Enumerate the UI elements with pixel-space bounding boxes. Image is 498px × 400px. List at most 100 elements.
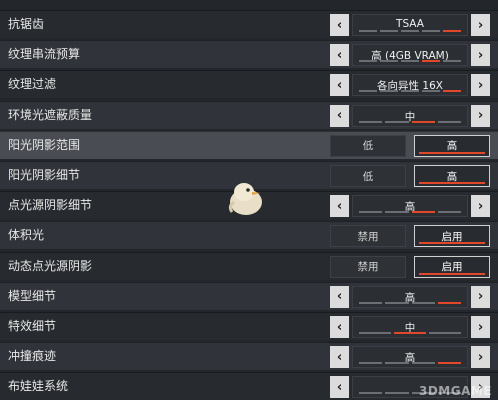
- level-segment: [359, 392, 383, 395]
- level-indicator: [359, 60, 461, 63]
- setting-label: 模型细节: [8, 288, 57, 303]
- chevron-left-icon[interactable]: ‹: [330, 44, 349, 67]
- chevron-right-icon[interactable]: ›: [471, 44, 490, 67]
- option-value-box: 高: [352, 285, 468, 308]
- chevron-left-icon[interactable]: ‹: [330, 104, 349, 127]
- level-segment: [422, 90, 440, 93]
- level-segment: [422, 60, 440, 63]
- level-segment: [443, 90, 461, 93]
- level-segment: [359, 30, 377, 32]
- watermark-text: 3DMGAME: [418, 384, 492, 398]
- level-indicator: [359, 30, 461, 32]
- chevron-left-icon[interactable]: ‹: [330, 14, 349, 36]
- chevron-left-icon[interactable]: ‹: [330, 346, 349, 369]
- level-segment: [385, 211, 409, 214]
- setting-row: 体积光 禁用 启用: [0, 221, 498, 250]
- setting-label: 动态点光源阴影: [8, 258, 93, 273]
- option-selector: ‹ TSAA ›: [330, 14, 490, 36]
- chevron-right-icon[interactable]: ›: [471, 14, 490, 36]
- chevron-left-icon[interactable]: ‹: [330, 74, 349, 97]
- setting-row: 阳光阴影范围 低高: [0, 130, 498, 159]
- toggle-option[interactable]: 低: [330, 165, 406, 187]
- chevron-right-icon[interactable]: ›: [471, 104, 490, 127]
- option-selector: ‹ 高 ›: [330, 195, 490, 218]
- option-selector: ‹ 高 (4GB VRAM) ›: [330, 44, 490, 67]
- level-segment: [437, 362, 461, 365]
- toggle-option[interactable]: 禁用: [330, 255, 406, 278]
- level-segment: [443, 60, 461, 63]
- setting-label: 阳光阴影细节: [8, 168, 81, 182]
- level-indicator: [359, 332, 461, 334]
- option-selector: ‹ 高 ›: [330, 285, 490, 308]
- chevron-left-icon[interactable]: ‹: [330, 316, 349, 338]
- level-segment: [385, 392, 409, 395]
- level-segment: [437, 120, 461, 123]
- level-segment: [422, 30, 440, 32]
- option-toggle: 禁用 启用: [330, 255, 490, 278]
- option-toggle: 低高: [330, 134, 490, 157]
- option-selector: ‹ 高 ›: [330, 346, 490, 369]
- toggle-option[interactable]: 启用: [414, 255, 490, 278]
- setting-row: 冲撞痕迹 ‹ 高 ›: [0, 342, 498, 371]
- level-segment: [401, 90, 419, 93]
- level-segment: [359, 211, 383, 214]
- toggle-option[interactable]: 启用: [414, 225, 490, 248]
- setting-label: 环境光遮蔽质量: [8, 107, 93, 122]
- setting-label: 抗锯齿: [8, 17, 45, 31]
- level-indicator: [359, 301, 461, 304]
- level-segment: [359, 60, 377, 63]
- setting-row: 特效细节 ‹ 中 ›: [0, 312, 498, 340]
- setting-row: 纹理串流预算 ‹ 高 (4GB VRAM) ›: [0, 40, 498, 69]
- level-segment: [429, 332, 461, 334]
- setting-label: 纹理过滤: [8, 77, 57, 92]
- level-segment: [394, 332, 426, 334]
- chevron-right-icon[interactable]: ›: [471, 346, 490, 369]
- level-segment: [359, 90, 377, 93]
- toggle-option[interactable]: 高: [414, 134, 490, 157]
- level-segment: [411, 301, 435, 304]
- level-segment: [380, 60, 398, 63]
- level-segment: [380, 90, 398, 93]
- level-segment: [411, 211, 435, 214]
- option-value-box: TSAA: [352, 14, 468, 36]
- option-value-box: 高: [352, 346, 468, 369]
- setting-row: 纹理过滤 ‹ 各向异性 16X ›: [0, 70, 498, 99]
- toggle-option[interactable]: 高: [414, 165, 490, 187]
- level-segment: [359, 362, 383, 365]
- chevron-right-icon[interactable]: ›: [471, 195, 490, 218]
- setting-label: 冲撞痕迹: [8, 349, 57, 364]
- level-segment: [359, 120, 383, 123]
- level-indicator: [359, 362, 461, 365]
- chevron-right-icon[interactable]: ›: [471, 316, 490, 338]
- option-toggle: 低高: [330, 165, 490, 187]
- level-indicator: [359, 90, 461, 93]
- level-segment: [385, 362, 409, 365]
- setting-label: 体积光: [8, 228, 45, 243]
- option-value: TSAA: [396, 18, 424, 30]
- level-segment: [437, 211, 461, 214]
- option-toggle: 禁用 启用: [330, 225, 490, 248]
- level-indicator: [359, 211, 461, 214]
- chevron-left-icon[interactable]: ‹: [330, 376, 349, 399]
- setting-label: 点光源阴影细节: [8, 198, 93, 213]
- level-segment: [385, 120, 409, 123]
- toggle-option[interactable]: 禁用: [330, 225, 406, 248]
- option-selector: ‹ 中 ›: [330, 104, 490, 127]
- level-segment: [411, 362, 435, 365]
- level-segment: [380, 30, 398, 32]
- setting-row: 模型细节 ‹ 高 ›: [0, 281, 498, 310]
- level-segment: [401, 60, 419, 63]
- setting-label: 布娃娃系统: [8, 379, 69, 394]
- level-segment: [437, 301, 461, 304]
- toggle-option[interactable]: 低: [330, 134, 406, 157]
- option-value-box: 高 (4GB VRAM): [352, 44, 468, 67]
- bird-mascot-icon: [228, 183, 262, 215]
- chevron-right-icon[interactable]: ›: [471, 74, 490, 97]
- level-segment: [359, 332, 391, 334]
- setting-label: 纹理串流预算: [8, 47, 81, 62]
- option-value-box: 中: [352, 316, 468, 338]
- option-value-box: 各向异性 16X: [352, 74, 468, 97]
- chevron-right-icon[interactable]: ›: [471, 285, 490, 308]
- chevron-left-icon[interactable]: ‹: [330, 285, 349, 308]
- chevron-left-icon[interactable]: ‹: [330, 195, 349, 218]
